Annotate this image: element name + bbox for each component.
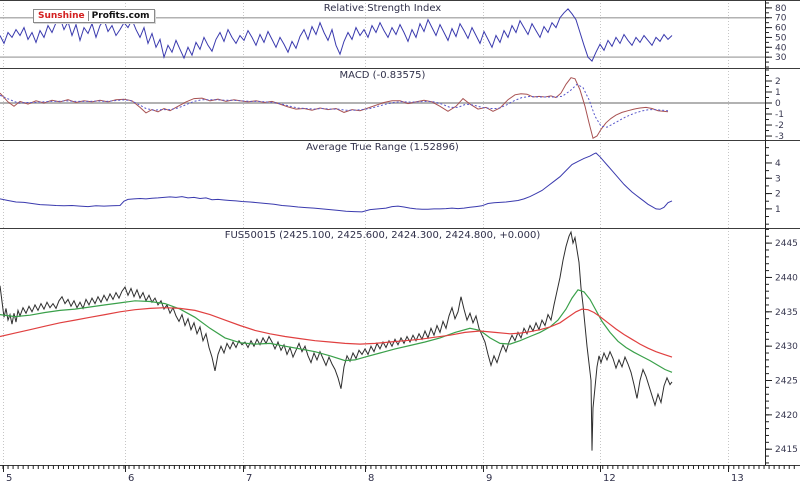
y-tick-label: 2440: [775, 273, 798, 283]
atr-line: [0, 152, 673, 213]
macd-plot: -3-2-1012: [0, 68, 800, 140]
y-tick-label: 2425: [775, 377, 798, 387]
day-label: 7: [246, 473, 252, 484]
price-line: [0, 230, 673, 451]
y-tick-label: 30: [775, 53, 787, 63]
y-tick-label: 3: [775, 174, 781, 184]
day-label: 5: [6, 473, 12, 484]
logo: Sunshine Profits.com: [33, 9, 155, 23]
chart-root: 30 40 50 60 70 80 -3 -2 -1 0 1 2 1234 2415 2420 2425…: [0, 0, 800, 486]
y-tick-label: 2: [775, 190, 781, 200]
price-panel: 2415 2420 2425 2430 2435 2440 2445: [0, 228, 800, 465]
y-tick-label: 2420: [775, 411, 798, 421]
macd-signal-line: [0, 83, 669, 128]
day-label: 9: [486, 473, 492, 484]
price-plot: 2415 2420 2425 2430 2435 2440 2445: [0, 228, 800, 465]
y-tick-label: 40: [775, 43, 787, 53]
atr-plot: 1 2 3 4: [0, 140, 800, 228]
y-tick-label: 0: [775, 99, 781, 109]
macd-line: [0, 77, 669, 139]
atr-panel: 1 2 3 4: [0, 140, 800, 228]
macd-panel: -3 -2 -1 0 1 2: [0, 68, 800, 140]
date-axis: 5 6 7 8 9 12 13: [0, 465, 800, 486]
logo-sunshine: Sunshine: [38, 11, 85, 21]
date-axis-plot: 5 6 7 8 9 12 13: [0, 465, 800, 484]
day-label: 12: [603, 473, 616, 484]
day-label: 6: [128, 473, 134, 484]
y-tick-label: 2445: [775, 239, 798, 249]
y-tick-label: -1: [775, 110, 784, 120]
y-tick-label: 2415: [775, 445, 798, 455]
y-tick-label: 2: [775, 77, 781, 87]
logo-profits: Profits.com: [87, 11, 150, 21]
y-tick-label: 2435: [775, 308, 798, 318]
y-tick-label: 70: [775, 14, 787, 24]
day-label: 8: [368, 473, 374, 484]
y-tick-label: 50: [775, 33, 787, 43]
y-tick-label: 1: [775, 205, 781, 215]
y-tick-label: -3: [775, 132, 784, 140]
y-tick-label: -2: [775, 121, 784, 131]
y-tick-label: 1: [775, 88, 781, 98]
ma-slow-line: [0, 307, 673, 358]
y-tick-label: 60: [775, 24, 787, 34]
y-tick-label: 2430: [775, 342, 798, 352]
day-label: 13: [731, 473, 744, 484]
y-tick-label: 80: [775, 4, 787, 14]
y-tick-label: 4: [775, 159, 781, 169]
